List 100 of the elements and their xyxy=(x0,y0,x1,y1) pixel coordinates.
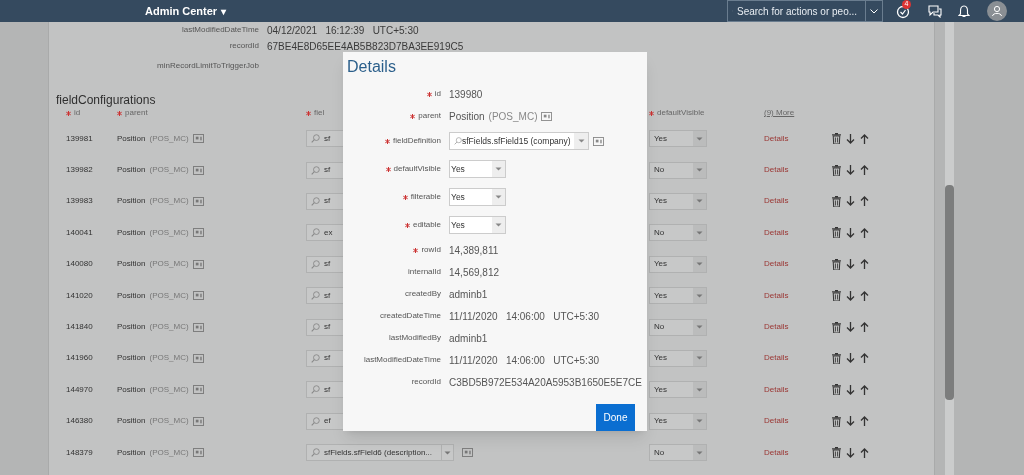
value-help-icon[interactable] xyxy=(192,353,204,363)
caret-icon[interactable] xyxy=(696,325,703,330)
arrow-up-icon[interactable] xyxy=(860,290,869,301)
trash-icon[interactable] xyxy=(832,415,841,427)
arrow-down-icon[interactable] xyxy=(846,322,855,333)
trash-icon[interactable] xyxy=(832,258,841,270)
bell-icon[interactable] xyxy=(958,5,970,18)
details-link[interactable]: Details xyxy=(764,133,789,143)
chat-icon[interactable] xyxy=(928,5,942,18)
chevron-down-icon[interactable] xyxy=(870,8,878,14)
arrow-down-icon[interactable] xyxy=(846,196,855,207)
default-visible-select[interactable]: No xyxy=(649,318,707,336)
arrow-up-icon[interactable] xyxy=(860,133,869,144)
arrow-down-icon[interactable] xyxy=(846,259,855,270)
value-help-icon[interactable] xyxy=(192,448,204,458)
trash-icon[interactable] xyxy=(832,352,841,364)
caret-icon[interactable] xyxy=(444,450,451,455)
trash-icon[interactable] xyxy=(832,133,841,145)
details-link[interactable]: Details xyxy=(764,353,789,363)
details-link[interactable]: Details xyxy=(764,290,789,300)
select-field[interactable]: Yes xyxy=(449,160,506,178)
details-link[interactable]: Details xyxy=(764,416,789,426)
arrow-up-icon[interactable] xyxy=(860,227,869,238)
trash-icon[interactable] xyxy=(832,321,841,333)
arrow-down-icon[interactable] xyxy=(846,384,855,395)
caret-icon[interactable] xyxy=(696,419,703,424)
caret-icon[interactable] xyxy=(495,167,502,171)
default-visible-select[interactable]: Yes xyxy=(649,349,707,367)
value-help-icon[interactable] xyxy=(192,165,204,175)
more-columns-link[interactable]: (9) More xyxy=(764,107,795,119)
details-link[interactable]: Details xyxy=(764,165,789,175)
done-button[interactable]: Done xyxy=(596,404,635,431)
arrow-down-icon[interactable] xyxy=(846,165,855,176)
caret-icon[interactable] xyxy=(577,139,585,143)
caret-icon[interactable] xyxy=(696,136,703,141)
arrow-up-icon[interactable] xyxy=(860,165,869,176)
default-visible-select[interactable]: No xyxy=(649,161,707,179)
caret-icon[interactable] xyxy=(696,230,703,235)
default-visible-select[interactable]: Yes xyxy=(649,255,707,273)
arrow-up-icon[interactable] xyxy=(860,416,869,427)
arrow-up-icon[interactable] xyxy=(860,196,869,207)
default-visible-select[interactable]: Yes xyxy=(649,412,707,430)
default-visible-select[interactable]: Yes xyxy=(649,130,707,148)
value-help-icon[interactable] xyxy=(541,111,553,121)
search-field[interactable]: Search for actions or peo... xyxy=(727,0,883,22)
notification-icon[interactable] xyxy=(896,5,910,19)
arrow-up-icon[interactable] xyxy=(860,322,869,333)
value-help-icon[interactable] xyxy=(192,259,204,269)
caret-icon[interactable] xyxy=(495,195,502,199)
details-link[interactable]: Details xyxy=(764,384,789,394)
default-visible-select[interactable]: No xyxy=(649,444,707,462)
caret-icon[interactable] xyxy=(696,387,703,392)
app-title-menu[interactable]: Admin Center ▾ xyxy=(145,3,227,20)
details-link[interactable]: Details xyxy=(764,227,789,237)
details-link[interactable]: Details xyxy=(764,196,789,206)
value-help-icon[interactable] xyxy=(192,228,204,238)
value-help-icon[interactable] xyxy=(192,322,204,332)
avatar-icon[interactable] xyxy=(987,1,1007,21)
arrow-up-icon[interactable] xyxy=(860,447,869,458)
caret-icon[interactable] xyxy=(696,293,703,298)
select-field[interactable]: Yes xyxy=(449,216,506,234)
details-link[interactable]: Details xyxy=(764,447,789,457)
trash-icon[interactable] xyxy=(832,447,841,459)
scrollbar[interactable] xyxy=(945,22,954,475)
field-definition-input[interactable]: sfFields.sfField6 (description... xyxy=(306,444,454,462)
arrow-down-icon[interactable] xyxy=(846,227,855,238)
arrow-down-icon[interactable] xyxy=(846,133,855,144)
value-help-icon[interactable] xyxy=(593,136,604,146)
trash-icon[interactable] xyxy=(832,164,841,176)
value-help-icon[interactable] xyxy=(192,134,204,144)
arrow-down-icon[interactable] xyxy=(846,416,855,427)
arrow-down-icon[interactable] xyxy=(846,447,855,458)
caret-icon[interactable] xyxy=(696,262,703,267)
trash-icon[interactable] xyxy=(832,384,841,396)
arrow-up-icon[interactable] xyxy=(860,384,869,395)
default-visible-select[interactable]: No xyxy=(649,224,707,242)
caret-icon[interactable] xyxy=(696,356,703,361)
caret-icon[interactable] xyxy=(696,168,703,173)
trash-icon[interactable] xyxy=(832,290,841,302)
default-visible-select[interactable]: Yes xyxy=(649,381,707,399)
details-link[interactable]: Details xyxy=(764,322,789,332)
caret-icon[interactable] xyxy=(495,223,502,227)
arrow-down-icon[interactable] xyxy=(846,290,855,301)
details-link[interactable]: Details xyxy=(764,259,789,269)
value-help-icon[interactable] xyxy=(192,416,204,426)
field-definition-input[interactable]: sfFields.sfField15 (company) xyxy=(449,132,589,150)
arrow-up-icon[interactable] xyxy=(860,259,869,270)
arrow-down-icon[interactable] xyxy=(846,353,855,364)
caret-icon[interactable] xyxy=(696,450,703,455)
caret-icon[interactable] xyxy=(696,199,703,204)
value-help-icon[interactable] xyxy=(192,196,204,206)
arrow-up-icon[interactable] xyxy=(860,353,869,364)
trash-icon[interactable] xyxy=(832,195,841,207)
trash-icon[interactable] xyxy=(832,227,841,239)
select-field[interactable]: Yes xyxy=(449,188,506,206)
value-help-icon[interactable] xyxy=(462,448,473,458)
value-help-icon[interactable] xyxy=(192,385,204,395)
default-visible-select[interactable]: Yes xyxy=(649,287,707,305)
value-help-icon[interactable] xyxy=(192,291,204,301)
default-visible-select[interactable]: Yes xyxy=(649,192,707,210)
